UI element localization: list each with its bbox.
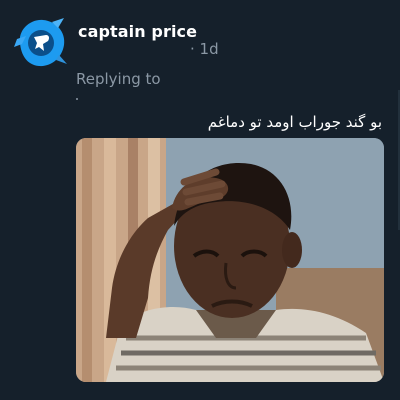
tweet-card[interactable]: captain price · 1d Replying to بو گند جو…	[0, 0, 400, 400]
author-display-name[interactable]: captain price	[78, 22, 197, 41]
meme-photo	[76, 138, 384, 382]
replying-to-label: Replying to	[76, 70, 161, 88]
tweet-text: بو گند جوراب اومد تو دماغم	[207, 113, 382, 131]
blue-bird-badge-icon	[14, 18, 67, 67]
avatar[interactable]	[12, 14, 70, 72]
tweet-timestamp[interactable]: · 1d	[190, 40, 219, 58]
replying-to-dot	[76, 98, 78, 100]
tweet-media-image[interactable]	[76, 138, 384, 382]
